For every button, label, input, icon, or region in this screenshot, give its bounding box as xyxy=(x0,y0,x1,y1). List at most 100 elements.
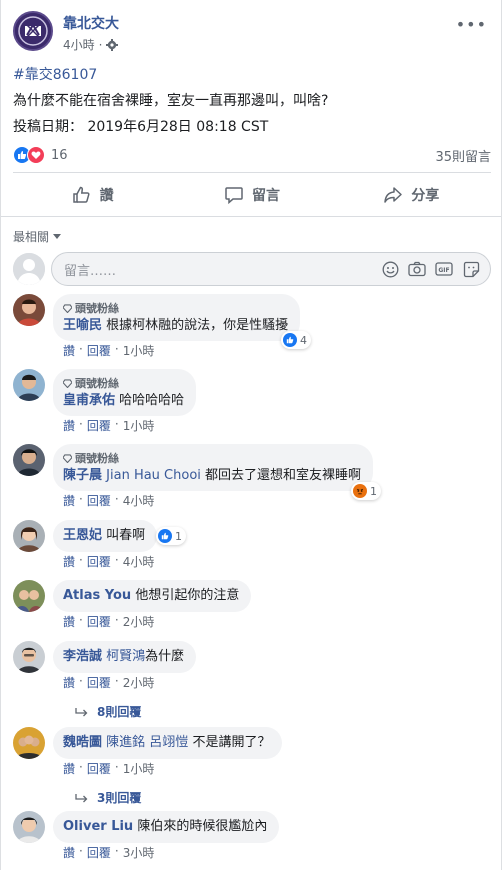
gear-icon[interactable] xyxy=(106,38,119,51)
commenter-name[interactable]: Atlas You xyxy=(63,588,131,603)
comments-count[interactable]: 35則留言 xyxy=(435,146,491,165)
comment-bubble: Oliver Liu 陳伯來的時候很尷尬內 xyxy=(53,811,280,843)
sort-label: 最相關 xyxy=(13,230,50,244)
comment-actions: 讚 · 回覆 · 2小時 xyxy=(63,613,154,630)
composer-tools: GIF xyxy=(381,260,490,278)
comment-input[interactable]: 留言…… GIF xyxy=(51,252,491,286)
comment-button-label: 留言 xyxy=(251,188,280,204)
comment-like-link[interactable]: 讚 xyxy=(63,553,75,570)
separator: · xyxy=(114,553,119,567)
commenter-name[interactable]: 魏晧圖 xyxy=(63,735,102,750)
commenter-name[interactable]: 陳子晨 xyxy=(63,468,102,483)
share-button-label: 分享 xyxy=(411,188,440,204)
comment-time[interactable]: 1小時 xyxy=(123,417,155,434)
page-avatar[interactable] xyxy=(13,11,53,51)
mention-link[interactable]: 陳進銘 呂翊愷 xyxy=(106,735,188,750)
post-text: 為什麼不能在宿舍裸睡，室友一直再那邊叫，叫啥? xyxy=(13,93,329,109)
view-replies-link[interactable]: 8則回覆 xyxy=(75,703,141,720)
comment-time[interactable]: 1小時 xyxy=(123,342,155,359)
comment-icon xyxy=(225,187,243,205)
comment-like-link[interactable]: 讚 xyxy=(63,492,75,509)
comment-time[interactable]: 4小時 xyxy=(123,492,155,509)
comment-avatar[interactable] xyxy=(13,641,45,673)
separator: · xyxy=(114,844,119,858)
comment-actions: 讚 · 回覆 · 2小時 xyxy=(63,674,154,691)
commenter-name[interactable]: Oliver Liu xyxy=(63,819,133,834)
comment-like-link[interactable]: 讚 xyxy=(63,674,75,691)
separator: · xyxy=(114,674,119,688)
comment-bubble: 頭號粉絲 王喻民 根據柯林融的說法，你是性騷擾 xyxy=(53,294,301,341)
comment-time[interactable]: 3小時 xyxy=(123,844,155,861)
comment-text: 哈哈哈哈哈 xyxy=(119,393,185,408)
separator: · xyxy=(114,417,119,431)
separator: · xyxy=(114,760,119,774)
comment-like-link[interactable]: 讚 xyxy=(63,613,75,630)
action-row: 讚 留言 分享 xyxy=(13,175,491,215)
gif-icon[interactable]: GIF xyxy=(435,260,453,278)
comment-avatar[interactable] xyxy=(13,811,45,843)
share-button[interactable]: 分享 xyxy=(332,175,491,215)
comment-reply-link[interactable]: 回覆 xyxy=(87,553,111,570)
comment-reply-link[interactable]: 回覆 xyxy=(87,613,111,630)
angry-reaction-icon xyxy=(353,484,367,498)
comment-reactions[interactable]: 1 xyxy=(156,527,186,545)
top-fan-badge: 頭號粉絲 xyxy=(63,300,288,317)
sort-dropdown[interactable]: 最相關 xyxy=(13,228,62,245)
diamond-icon xyxy=(63,379,72,388)
comment-reply-link[interactable]: 回覆 xyxy=(87,844,111,861)
top-fan-badge: 頭號粉絲 xyxy=(63,450,361,467)
comment-reactions[interactable]: 4 xyxy=(281,331,311,349)
comment-reply-link[interactable]: 回覆 xyxy=(87,492,111,509)
comment-like-link[interactable]: 讚 xyxy=(63,844,75,861)
comment-time[interactable]: 4小時 xyxy=(123,553,155,570)
reaction-count: 4 xyxy=(300,333,307,347)
view-replies-link[interactable]: 3則回覆 xyxy=(75,789,141,806)
comment-reply-link[interactable]: 回覆 xyxy=(87,760,111,777)
commenter-name[interactable]: 王喻民 xyxy=(63,318,102,333)
hashtag-link[interactable]: #靠交86107 xyxy=(13,62,491,88)
comment-text: 為什麼 xyxy=(145,649,185,664)
like-button-label: 讚 xyxy=(99,188,114,204)
separator: · xyxy=(79,844,83,858)
comment-like-link[interactable]: 讚 xyxy=(63,760,75,777)
comment-avatar[interactable] xyxy=(13,294,45,326)
comment-text: 陳伯來的時候很尷尬內 xyxy=(137,819,268,834)
emoji-icon[interactable] xyxy=(381,260,399,278)
comment-bubble: 頭號粉絲 陳子晨 Jian Hau Chooi 都回去了還想和室友裸睡啊 xyxy=(53,444,374,491)
comment-actions: 讚 · 回覆 · 4小時 xyxy=(63,492,154,509)
comment-time[interactable]: 2小時 xyxy=(123,613,155,630)
post-meta: 4小時 · xyxy=(63,36,119,53)
camera-icon[interactable] xyxy=(408,260,426,278)
post-date: 投稿日期： 2019年6月28日 08:18 CST xyxy=(13,119,269,135)
comment-like-link[interactable]: 讚 xyxy=(63,417,75,434)
more-options-icon[interactable]: ••• xyxy=(456,15,487,34)
comment-avatar[interactable] xyxy=(13,444,45,476)
comment-avatar[interactable] xyxy=(13,727,45,759)
comment-button[interactable]: 留言 xyxy=(172,175,331,215)
post-card: 靠北交大 4小時 · ••• #靠交86107 為什麼不能在宿舍裸睡，室友一直再… xyxy=(0,0,502,870)
comment-reply-link[interactable]: 回覆 xyxy=(87,674,111,691)
comment-avatar[interactable] xyxy=(13,520,45,552)
reaction-icons[interactable]: 16 xyxy=(13,146,68,164)
caret-down-icon xyxy=(53,234,62,239)
commenter-name[interactable]: 皇甫承佑 xyxy=(63,393,115,408)
mention-link[interactable]: Jian Hau Chooi xyxy=(106,468,201,483)
comment-reactions[interactable]: 1 xyxy=(351,482,381,500)
comment-reply-link[interactable]: 回覆 xyxy=(87,342,111,359)
commenter-name[interactable]: 李浩誠 xyxy=(63,649,102,664)
comment-time[interactable]: 1小時 xyxy=(123,760,155,777)
like-button[interactable]: 讚 xyxy=(13,175,172,215)
comment-time[interactable]: 2小時 xyxy=(123,674,155,691)
reaction-count[interactable]: 16 xyxy=(51,148,68,163)
mention-link[interactable]: 柯賢鴻 xyxy=(106,649,145,664)
comment-like-link[interactable]: 讚 xyxy=(63,342,75,359)
page-name[interactable]: 靠北交大 xyxy=(63,13,119,33)
replies-count: 8則回覆 xyxy=(97,705,142,719)
comment-avatar[interactable] xyxy=(13,580,45,612)
post-time[interactable]: 4小時 xyxy=(63,36,95,53)
sticker-icon[interactable] xyxy=(462,260,480,278)
comment-avatar[interactable] xyxy=(13,369,45,401)
comment-reply-link[interactable]: 回覆 xyxy=(87,417,111,434)
like-reaction-icon xyxy=(158,529,172,543)
commenter-name[interactable]: 王恩妃 xyxy=(63,528,102,543)
